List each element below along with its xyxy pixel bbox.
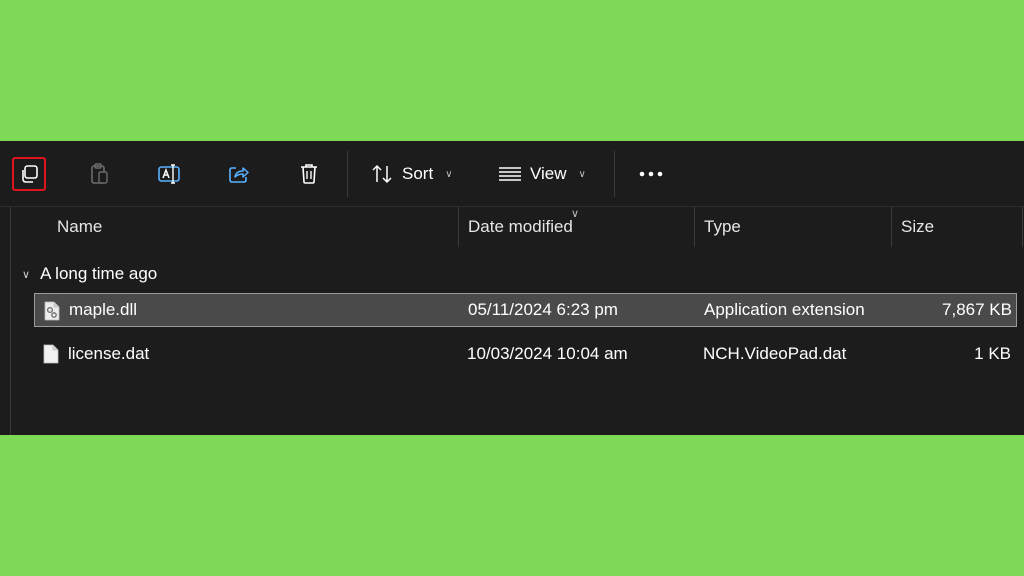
- column-header-type[interactable]: Type: [694, 207, 891, 247]
- sort-icon: [372, 164, 392, 184]
- more-options-button[interactable]: [634, 157, 668, 191]
- view-label: View: [530, 164, 567, 183]
- group-header[interactable]: ∨ A long time ago: [22, 261, 157, 287]
- file-size: 1 KB: [974, 344, 1011, 363]
- delete-button[interactable]: [292, 157, 326, 191]
- file-name: license.dat: [68, 344, 150, 363]
- paste-button[interactable]: [82, 157, 116, 191]
- rename-button[interactable]: [152, 157, 186, 191]
- toolbar-separator: [614, 151, 615, 197]
- paste-icon: [91, 163, 108, 184]
- delete-icon: [301, 164, 317, 184]
- file-explorer-window: Sort ∨ View ∨ Name Date modified ∨ Type …: [0, 141, 1024, 435]
- command-bar: Sort ∨ View ∨: [0, 141, 1024, 207]
- sort-label: Sort: [402, 164, 434, 183]
- sort-button[interactable]: Sort ∨: [370, 157, 453, 191]
- view-button[interactable]: View ∨: [498, 157, 586, 191]
- share-button[interactable]: [222, 157, 256, 191]
- copy-button[interactable]: [12, 157, 46, 191]
- dll-file-icon: [44, 301, 60, 321]
- file-row[interactable]: license.dat 10/03/2024 10:04 am NCH.Vide…: [34, 337, 1017, 371]
- file-type: NCH.VideoPad.dat: [703, 344, 847, 363]
- column-header-row: Name Date modified ∨ Type Size: [11, 207, 1024, 247]
- column-header-name[interactable]: Name: [47, 207, 458, 247]
- chevron-down-icon: ∨: [445, 168, 453, 180]
- column-header-size[interactable]: Size: [891, 207, 1022, 247]
- file-size: 7,867 KB: [942, 300, 1012, 319]
- sort-descending-icon: ∨: [571, 208, 580, 220]
- view-icon: [499, 167, 521, 181]
- share-icon: [229, 167, 249, 183]
- file-row[interactable]: maple.dll 05/11/2024 6:23 pm Application…: [34, 293, 1017, 327]
- file-icon: [43, 344, 59, 364]
- toolbar-separator: [347, 151, 348, 197]
- file-date-modified: 10/03/2024 10:04 am: [467, 344, 628, 363]
- file-date-modified: 05/11/2024 6:23 pm: [468, 300, 618, 319]
- file-name: maple.dll: [69, 300, 138, 319]
- chevron-down-icon: ∨: [578, 168, 586, 180]
- group-label: A long time ago: [40, 264, 158, 283]
- chevron-down-icon: ∨: [22, 268, 31, 281]
- copy-icon: [22, 165, 38, 183]
- rename-icon: [158, 164, 180, 184]
- more-icon: [639, 171, 663, 177]
- column-separator[interactable]: [1022, 207, 1023, 247]
- file-type: Application extension: [704, 300, 865, 319]
